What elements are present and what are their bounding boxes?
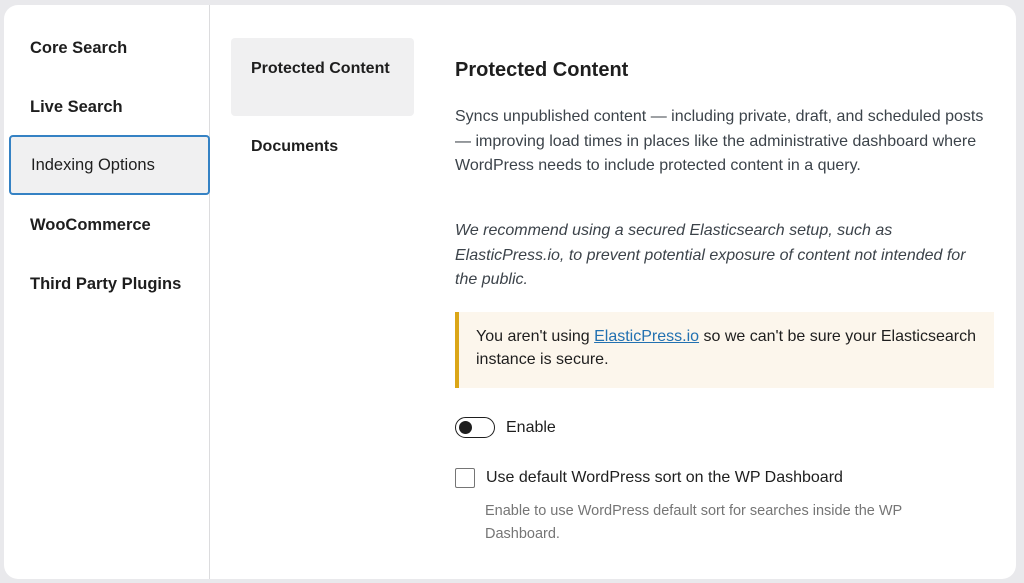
elasticpress-link[interactable]: ElasticPress.io [594, 328, 699, 345]
sidebar-item-woocommerce[interactable]: WooCommerce [8, 195, 211, 255]
sidebar-item-label: Live Search [30, 97, 123, 116]
sidebar-item-indexing-options[interactable]: Indexing Options [9, 135, 210, 195]
security-note: We recommend using a secured Elasticsear… [455, 222, 966, 288]
enable-toggle[interactable] [455, 417, 495, 438]
tab-label: Protected Content [251, 60, 390, 77]
sidebar-item-label: Third Party Plugins [30, 274, 182, 293]
tab-protected-content[interactable]: Protected Content [231, 38, 414, 116]
sidebar-item-third-party-plugins[interactable]: Third Party Plugins [8, 254, 211, 314]
sidebar-item-label: WooCommerce [30, 215, 151, 234]
enable-toggle-label: Enable [506, 418, 556, 436]
tab-documents[interactable]: Documents [231, 116, 414, 178]
sidebar-nav: Core Search Live Search Indexing Options… [4, 5, 210, 579]
sidebar-item-label: Indexing Options [31, 155, 155, 174]
tab-label: Documents [251, 138, 339, 155]
security-warning-notice: You aren't using ElasticPress.io so we c… [455, 312, 994, 388]
warning-text-prefix: You aren't using [476, 328, 595, 345]
page-title: Protected Content [455, 59, 629, 81]
toggle-knob [459, 420, 472, 434]
feature-tabs: Protected Content Documents [231, 38, 415, 178]
settings-panel: Core Search Live Search Indexing Options… [4, 5, 1016, 579]
default-sort-row: Use default WordPress sort on the WP Das… [455, 468, 843, 488]
default-sort-checkbox[interactable] [455, 468, 475, 488]
sidebar-item-label: Core Search [30, 38, 128, 57]
enable-toggle-row: Enable [455, 417, 556, 438]
feature-description: Syncs unpublished content — including pr… [455, 108, 984, 174]
sidebar-item-core-search[interactable]: Core Search [8, 18, 211, 78]
sidebar-item-live-search[interactable]: Live Search [8, 77, 211, 137]
default-sort-label: Use default WordPress sort on the WP Das… [486, 469, 843, 486]
default-sort-help: Enable to use WordPress default sort for… [485, 503, 902, 542]
